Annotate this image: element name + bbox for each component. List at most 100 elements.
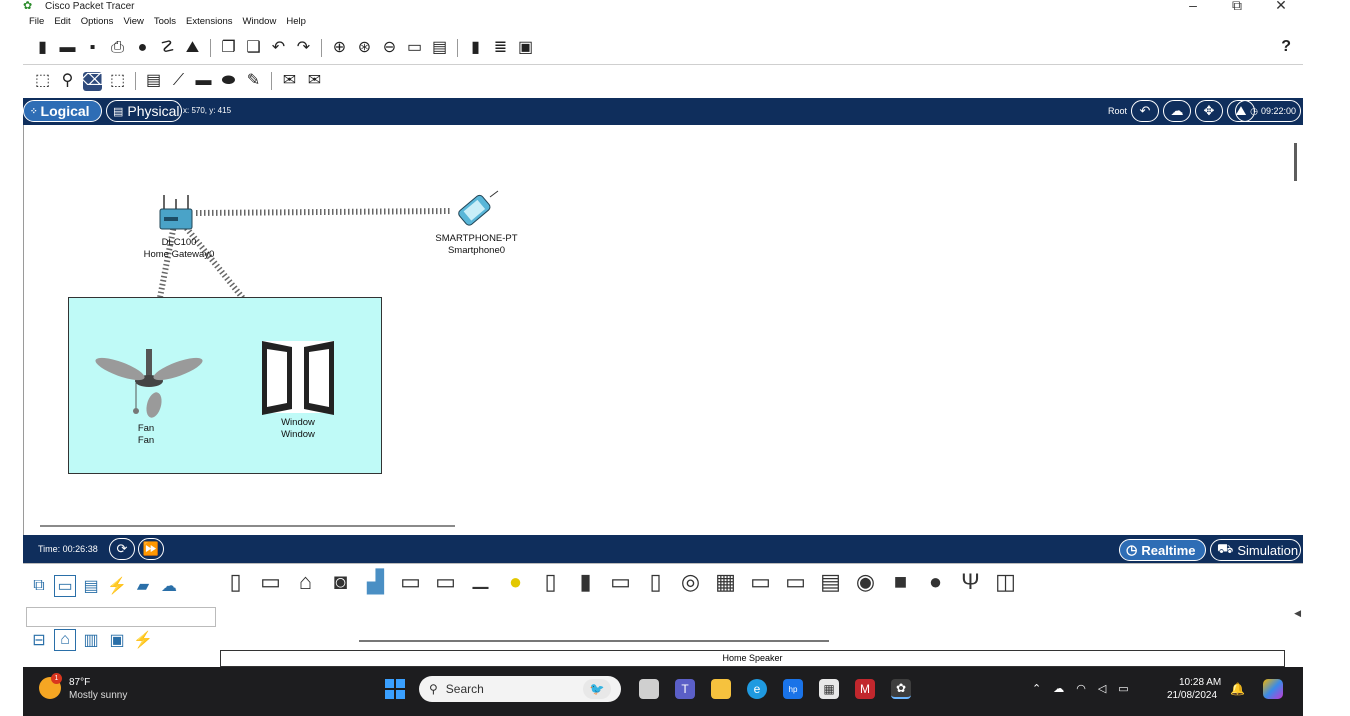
tv-icon[interactable]: ▭ bbox=[746, 566, 775, 597]
file-explorer-icon[interactable] bbox=[711, 679, 731, 699]
device-template-icon[interactable]: ▮ bbox=[466, 39, 485, 58]
industrial-icon[interactable]: ▣ bbox=[107, 630, 127, 650]
home-speaker-icon[interactable]: ● bbox=[921, 566, 950, 597]
draw-line-icon[interactable]: ⟋ bbox=[169, 72, 188, 91]
wifi-icon[interactable]: ◠ bbox=[1076, 682, 1086, 695]
volume-icon[interactable]: ◁ bbox=[1098, 682, 1106, 695]
device-strip-scrollbar[interactable] bbox=[359, 640, 829, 642]
workspace-vertical-scrollbar[interactable] bbox=[1294, 143, 1297, 181]
weather-condition[interactable]: Mostly sunny bbox=[69, 690, 127, 701]
task-view-icon[interactable] bbox=[639, 679, 659, 699]
lamp-icon[interactable]: ● bbox=[501, 566, 530, 597]
garage-icon[interactable]: ⌂ bbox=[291, 566, 320, 597]
sprinkler-icon[interactable]: ◎ bbox=[676, 566, 705, 597]
battery-icon[interactable]: ▭ bbox=[1118, 682, 1128, 695]
smartphone-icon[interactable] bbox=[450, 189, 500, 231]
drawing-palette-icon[interactable]: ▭ bbox=[405, 39, 424, 58]
select-icon[interactable]: ⬚ bbox=[33, 72, 52, 91]
light-icon[interactable]: ⚊ bbox=[466, 566, 495, 597]
siren-icon[interactable]: ◉ bbox=[851, 566, 880, 597]
close-button[interactable]: ✕ bbox=[1259, 0, 1303, 14]
paste-icon[interactable]: ❑ bbox=[244, 39, 263, 58]
viewport-clock[interactable]: ◷ 09:22:00 bbox=[1235, 100, 1301, 122]
teams-icon[interactable]: T bbox=[675, 679, 695, 699]
home-icon[interactable]: ⌂ bbox=[54, 629, 76, 651]
move-object-icon[interactable]: ✥ bbox=[1195, 100, 1223, 122]
logical-tab[interactable]: ⁘ Logical bbox=[23, 100, 102, 122]
freeform-icon[interactable]: ✎ bbox=[244, 72, 263, 91]
speaker-icon[interactable]: ◙ bbox=[326, 566, 355, 597]
screen-icon[interactable]: ▭ bbox=[396, 566, 425, 597]
power-cycle-icon[interactable]: ⟳ bbox=[109, 538, 135, 560]
activity-wizard-icon[interactable]: ☡ bbox=[158, 39, 177, 58]
pdu-view-icon[interactable]: ▣ bbox=[516, 39, 535, 58]
info-icon[interactable]: ● bbox=[133, 39, 152, 58]
cluster-cloud-icon[interactable]: ☁ bbox=[1163, 100, 1191, 122]
smart-window-device-icon[interactable]: ◫ bbox=[991, 566, 1020, 597]
zoom-reset-icon[interactable]: ⊛ bbox=[355, 39, 374, 58]
smart-fan-icon[interactable]: ▟ bbox=[361, 566, 390, 597]
draw-rectangle-icon[interactable]: ▬ bbox=[194, 72, 213, 91]
help-button[interactable]: ? bbox=[1281, 38, 1291, 56]
physical-tab[interactable]: ▤ Physical bbox=[106, 100, 182, 122]
chevron-up-icon[interactable]: ⌃ bbox=[1032, 682, 1041, 695]
menu-help[interactable]: Help bbox=[286, 16, 306, 27]
hp-app-icon[interactable]: hp bbox=[783, 679, 803, 699]
draw-ellipse-icon[interactable]: ⬬ bbox=[219, 72, 238, 91]
inspect-icon[interactable]: ⚲ bbox=[58, 72, 77, 91]
start-menu-icon[interactable] bbox=[385, 679, 405, 699]
ipc-icon[interactable]: ≣ bbox=[491, 39, 510, 58]
menu-tools[interactable]: Tools bbox=[154, 16, 176, 27]
simulation-mode-button[interactable]: ⛟ Simulation bbox=[1210, 539, 1301, 561]
onedrive-icon[interactable]: ☁ bbox=[1053, 682, 1064, 695]
system-time[interactable]: 10:28 AM bbox=[1179, 677, 1221, 688]
copilot-icon[interactable] bbox=[1263, 679, 1283, 699]
fast-forward-icon[interactable]: ⏩ bbox=[138, 538, 164, 560]
home-gateway-icon[interactable] bbox=[158, 193, 194, 233]
pelican-widget-icon[interactable]: 🐦 bbox=[583, 679, 611, 699]
menu-view[interactable]: View bbox=[123, 16, 143, 27]
humidifier-icon[interactable]: ▮ bbox=[571, 566, 600, 597]
scroll-right-icon[interactable]: ◀ bbox=[1294, 608, 1301, 619]
network-devices-icon[interactable]: ⧉ bbox=[29, 576, 49, 596]
edge-browser-icon[interactable]: e bbox=[747, 679, 767, 699]
resize-shape-icon[interactable]: ⬚ bbox=[108, 72, 127, 91]
smart-window-icon[interactable] bbox=[262, 339, 334, 415]
garage-sensor-icon[interactable]: ▯ bbox=[536, 566, 565, 597]
save-icon[interactable]: ▪ bbox=[83, 39, 102, 58]
custom-devices-icon[interactable]: ▤ bbox=[430, 39, 449, 58]
system-date[interactable]: 21/08/2024 bbox=[1167, 690, 1217, 701]
display-icon[interactable]: ■ bbox=[886, 566, 915, 597]
redo-icon[interactable]: ↷ bbox=[294, 39, 313, 58]
back-icon[interactable]: ↶ bbox=[1131, 100, 1159, 122]
antenna-icon[interactable]: Ψ bbox=[956, 566, 985, 597]
solar-panel-icon[interactable]: ▦ bbox=[711, 566, 740, 597]
microsoft-store-icon[interactable]: ▦ bbox=[819, 679, 839, 699]
components-icon[interactable]: ▤ bbox=[81, 576, 101, 596]
simple-pdu-icon[interactable]: ✉ bbox=[280, 72, 299, 91]
appliance-icon[interactable]: ▭ bbox=[606, 566, 635, 597]
connections-icon[interactable]: ⚡ bbox=[107, 576, 127, 596]
menu-edit[interactable]: Edit bbox=[54, 16, 70, 27]
undo-icon[interactable]: ↶ bbox=[269, 39, 288, 58]
packet-tracer-taskbar-icon[interactable]: ✿ bbox=[891, 679, 911, 699]
ceiling-fan-icon[interactable] bbox=[94, 349, 204, 421]
menu-extensions[interactable]: Extensions bbox=[186, 16, 232, 27]
restore-button[interactable]: ⧉ bbox=[1215, 0, 1259, 14]
menu-window[interactable]: Window bbox=[243, 16, 277, 27]
copy-icon[interactable]: ❐ bbox=[219, 39, 238, 58]
place-note-icon[interactable]: ▤ bbox=[144, 72, 163, 91]
workspace-horizontal-scrollbar[interactable] bbox=[40, 525, 455, 527]
delete-icon[interactable]: ⌫ bbox=[81, 71, 104, 91]
end-devices-icon[interactable]: ▭ bbox=[54, 575, 76, 597]
menu-file[interactable]: File bbox=[29, 16, 44, 27]
webcam-icon[interactable]: ▭ bbox=[431, 566, 460, 597]
notifications-bell-icon[interactable]: 🔔 bbox=[1230, 682, 1245, 696]
menu-options[interactable]: Options bbox=[81, 16, 114, 27]
monitor-icon[interactable]: ▭ bbox=[781, 566, 810, 597]
pc-icon[interactable]: ⊟ bbox=[29, 630, 49, 650]
print-icon[interactable]: ⎙ bbox=[108, 39, 127, 58]
mcafee-icon[interactable]: M bbox=[855, 679, 875, 699]
zoom-in-icon[interactable]: ⊕ bbox=[330, 39, 349, 58]
thermostat-icon[interactable]: ▯ bbox=[641, 566, 670, 597]
